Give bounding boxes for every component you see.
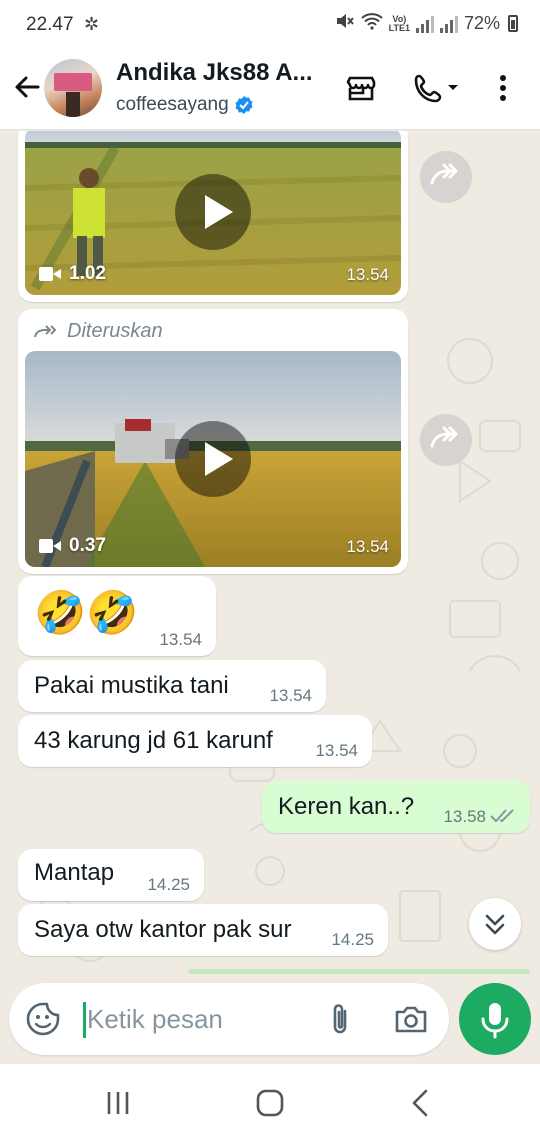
outgoing-bubble-edge: [188, 969, 530, 974]
forwarded-text: Diteruskan: [67, 320, 163, 342]
phone-call-icon[interactable]: [412, 71, 462, 105]
contact-subtitle[interactable]: coffeesayang: [116, 94, 254, 116]
video-duration: 1.02: [39, 263, 106, 285]
home-icon[interactable]: [250, 1088, 290, 1118]
video-message-bubble[interactable]: Diteruskan 0.37 13.54: [18, 309, 408, 574]
play-button[interactable]: [175, 421, 251, 497]
gear-icon: ✲: [84, 14, 100, 34]
message-time: 13.54: [346, 265, 389, 284]
more-vert-icon[interactable]: [488, 71, 518, 105]
message-bubble[interactable]: 🤣🤣 13.54: [18, 576, 216, 656]
message-bubble[interactable]: Pakai mustika tani 13.54: [18, 660, 326, 712]
forwarded-icon: [34, 324, 57, 337]
battery-percent: 72%: [463, 13, 500, 33]
play-button[interactable]: [175, 173, 251, 250]
message-time: 13.54: [159, 630, 202, 649]
duration-text: 0.37: [69, 535, 106, 556]
double-check-icon: [490, 809, 514, 823]
video-thumbnail[interactable]: 1.02 13.54: [25, 131, 401, 295]
signal-icon: [415, 15, 434, 33]
contact-name[interactable]: Andika Jks88 A...: [116, 59, 313, 87]
back-nav-icon[interactable]: [400, 1088, 440, 1118]
avatar[interactable]: [44, 59, 102, 117]
system-navigation-bar: [0, 1064, 540, 1140]
message-time: 13.54: [269, 686, 312, 705]
video-camera-icon: [39, 538, 61, 554]
outgoing-message-bubble[interactable]: Keren kan..? 13.58: [262, 781, 530, 833]
text-caret: [83, 1002, 86, 1038]
message-time: 13.58: [443, 807, 486, 826]
video-thumbnail[interactable]: 0.37 13.54: [25, 351, 401, 567]
mute-icon: [335, 12, 355, 35]
voice-record-button[interactable]: [459, 983, 531, 1055]
message-text: 🤣🤣: [34, 589, 139, 636]
video-camera-icon: [39, 266, 61, 282]
forwarded-label: Diteruskan: [25, 316, 401, 351]
status-icons: Vo) LTE1 72%: [335, 12, 518, 35]
volte-lte-label: Vo) LTE1: [388, 14, 410, 33]
sticker-emoji-icon[interactable]: [25, 1001, 61, 1037]
message-composer: [9, 983, 449, 1055]
message-text: Keren kan..?: [278, 793, 415, 820]
business-name: coffeesayang: [116, 94, 229, 115]
attach-paperclip-icon[interactable]: [323, 1001, 357, 1037]
wifi-icon: [360, 12, 383, 35]
camera-icon[interactable]: [393, 1001, 429, 1037]
message-text: Pakai mustika tani: [34, 672, 229, 699]
microphone-icon: [481, 1003, 509, 1039]
forward-icon: [430, 163, 458, 185]
recent-apps-icon[interactable]: [98, 1088, 138, 1118]
forward-icon: [430, 426, 458, 448]
message-bubble[interactable]: 43 karung jd 61 karunf 13.54: [18, 715, 372, 767]
network-label: LTE1: [388, 22, 410, 33]
shop-icon[interactable]: [344, 71, 378, 105]
signal-icon-2: [439, 15, 458, 33]
battery-icon: [508, 15, 518, 32]
message-time: 14.25: [147, 875, 190, 894]
message-bubble[interactable]: Saya otw kantor pak sur 14.25: [18, 904, 388, 956]
verified-badge-icon: [235, 96, 253, 114]
double-chevron-down-icon: [485, 914, 505, 935]
status-time: 22.47: [26, 14, 74, 35]
video-message-bubble[interactable]: 1.02 13.54: [18, 131, 408, 302]
message-time: 13.54: [346, 537, 389, 556]
message-text: Saya otw kantor pak sur: [34, 916, 292, 943]
scroll-to-bottom-button[interactable]: [469, 898, 521, 950]
message-time: 13.54: [315, 741, 358, 760]
message-text: 43 karung jd 61 karunf: [34, 727, 273, 754]
forward-button[interactable]: [420, 151, 472, 203]
chat-area[interactable]: 1.02 13.54 Diteruskan 0.37 13.54 🤣🤣 13.5…: [0, 131, 540, 980]
forward-button[interactable]: [420, 414, 472, 466]
back-arrow-icon[interactable]: [12, 72, 42, 102]
chat-header: Andika Jks88 A... coffeesayang: [0, 52, 540, 130]
duration-text: 1.02: [69, 263, 106, 284]
video-duration: 0.37: [39, 535, 106, 557]
message-time: 14.25: [331, 930, 374, 949]
message-bubble[interactable]: Mantap 14.25: [18, 849, 204, 901]
message-input[interactable]: [87, 999, 317, 1039]
status-bar: 22.47 ✲ Vo) LTE1 72%: [0, 0, 540, 52]
message-text: Mantap: [34, 859, 115, 886]
